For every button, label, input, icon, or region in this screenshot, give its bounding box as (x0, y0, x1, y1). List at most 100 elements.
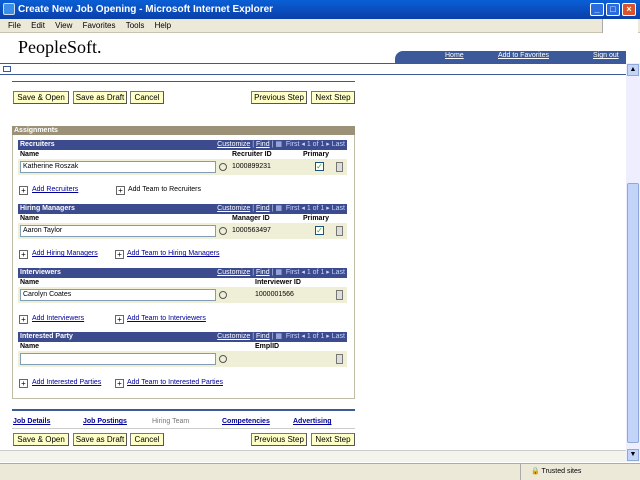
add-hiring-managers-link[interactable]: Add Hiring Managers (32, 250, 98, 257)
find-link[interactable]: Find (256, 269, 270, 276)
find-link[interactable]: Find (256, 205, 270, 212)
manager-name-input[interactable]: Aaron Taylor (20, 225, 216, 237)
maximize-icon[interactable]: □ (606, 3, 620, 16)
header-nav: Home Add to Favorites Sign out (395, 51, 626, 63)
interviewer-id: 1000001566 (255, 291, 294, 298)
add-icon[interactable]: + (19, 250, 28, 259)
security-zone: 🔒 Trusted sites (520, 464, 638, 480)
lookup-icon[interactable] (219, 163, 227, 171)
grid-nav: Customize | Find | ▦ First ◂ 1 of 1 ▸ La… (217, 269, 345, 276)
grid-view-icon[interactable]: ▦ (275, 333, 282, 340)
menu-favorites[interactable]: Favorites (83, 19, 116, 33)
page-tabs: Job Details Job Postings Hiring Team Com… (12, 416, 355, 428)
primary-checkbox[interactable]: ✓ (315, 226, 324, 235)
interested-party-grid: Interested Party Customize | Find | ▦ Fi… (18, 332, 347, 367)
interviewer-name-input[interactable]: Carolyn Coates (20, 289, 216, 301)
save-draft-button[interactable]: Save as Draft (73, 91, 127, 104)
scroll-thumb[interactable] (627, 183, 639, 443)
menu-help[interactable]: Help (155, 19, 171, 33)
menu-edit[interactable]: Edit (31, 19, 45, 33)
col-name: Name (20, 215, 40, 222)
menu-bar: File Edit View Favorites Tools Help (0, 19, 640, 33)
home-link[interactable]: Home (445, 52, 464, 59)
add-team-interviewers-link[interactable]: Add Team to Interviewers (127, 315, 206, 322)
menu-toggle-icon[interactable] (3, 66, 11, 72)
customize-link[interactable]: Customize (217, 205, 250, 212)
first-link[interactable]: First (286, 333, 300, 340)
interested-name-input[interactable] (20, 353, 216, 365)
add-team-icon[interactable]: + (115, 379, 124, 388)
add-icon[interactable]: + (19, 186, 28, 195)
minimize-icon[interactable]: _ (590, 3, 604, 16)
menu-tools[interactable]: Tools (126, 19, 145, 33)
cancel-button[interactable]: Cancel (130, 433, 164, 446)
save-draft-button[interactable]: Save as Draft (73, 433, 127, 446)
add-interested-parties-link[interactable]: Add Interested Parties (32, 379, 101, 386)
delete-row-icon[interactable] (336, 354, 343, 364)
vertical-scrollbar[interactable]: ▲ ▼ (626, 63, 640, 462)
add-team-icon[interactable]: + (116, 186, 125, 195)
customize-link[interactable]: Customize (217, 141, 250, 148)
lookup-icon[interactable] (219, 291, 227, 299)
horizontal-scrollbar[interactable] (0, 450, 626, 462)
sign-out-link[interactable]: Sign out (593, 52, 619, 59)
find-link[interactable]: Find (256, 333, 270, 340)
add-team-interested-link[interactable]: Add Team to Interested Parties (127, 379, 223, 386)
first-link[interactable]: First (286, 141, 300, 148)
add-icon[interactable]: + (19, 315, 28, 324)
close-icon[interactable]: × (622, 3, 636, 16)
add-recruiters-link[interactable]: Add Recruiters (32, 186, 78, 193)
tab-job-postings[interactable]: Job Postings (83, 416, 127, 428)
last-link[interactable]: Last (332, 333, 345, 340)
assignments-header: Assignments (12, 126, 355, 135)
previous-step-button[interactable]: Previous Step (251, 433, 307, 446)
delete-row-icon[interactable] (336, 162, 343, 172)
grid-nav: Customize | Find | ▦ First ◂ 1 of 1 ▸ La… (217, 205, 345, 212)
scroll-down-icon[interactable]: ▼ (627, 449, 639, 461)
tab-job-details[interactable]: Job Details (13, 416, 50, 428)
ie-icon (3, 3, 15, 15)
last-link[interactable]: Last (332, 269, 345, 276)
add-team-hiring-link[interactable]: Add Team to Hiring Managers (127, 250, 219, 257)
add-team-icon[interactable]: + (115, 315, 124, 324)
zone-label: Trusted sites (541, 468, 582, 475)
next-step-button[interactable]: Next Step (311, 433, 355, 446)
save-open-button[interactable]: Save & Open (13, 91, 69, 104)
delete-row-icon[interactable] (336, 290, 343, 300)
col-name: Name (20, 279, 40, 286)
previous-step-button[interactable]: Previous Step (251, 91, 307, 104)
menu-view[interactable]: View (55, 19, 72, 33)
peoplesoft-logo: PeopleSoft. (18, 37, 102, 57)
grid-view-icon[interactable]: ▦ (275, 269, 282, 276)
first-link[interactable]: First (286, 269, 300, 276)
menu-file[interactable]: File (8, 19, 21, 33)
last-link[interactable]: Last (332, 141, 345, 148)
interviewers-grid: Interviewers Customize | Find | ▦ First … (18, 268, 347, 303)
first-link[interactable]: First (286, 205, 300, 212)
cancel-button[interactable]: Cancel (130, 91, 164, 104)
grid-view-icon[interactable]: ▦ (275, 205, 282, 212)
tab-advertising[interactable]: Advertising (293, 416, 332, 428)
tab-competencies[interactable]: Competencies (222, 416, 270, 428)
find-link[interactable]: Find (256, 141, 270, 148)
next-step-button[interactable]: Next Step (311, 91, 355, 104)
add-interviewers-link[interactable]: Add Interviewers (32, 315, 84, 322)
lookup-icon[interactable] (219, 355, 227, 363)
recruiter-name-input[interactable]: Katherine Roszak (20, 161, 216, 173)
add-icon[interactable]: + (19, 379, 28, 388)
add-team-icon[interactable]: + (115, 250, 124, 259)
add-favorites-link[interactable]: Add to Favorites (498, 52, 549, 59)
table-row: Carolyn Coates 1000001566 (18, 287, 347, 303)
page-header: PeopleSoft. Home Add to Favorites Sign o… (0, 33, 626, 63)
last-link[interactable]: Last (332, 205, 345, 212)
lookup-icon[interactable] (219, 227, 227, 235)
scroll-up-icon[interactable]: ▲ (627, 64, 639, 76)
add-team-recruiters-link[interactable]: Add Team to Recruiters (128, 186, 201, 193)
save-open-button[interactable]: Save & Open (13, 433, 69, 446)
customize-link[interactable]: Customize (217, 333, 250, 340)
delete-row-icon[interactable] (336, 226, 343, 236)
grid-view-icon[interactable]: ▦ (275, 141, 282, 148)
customize-link[interactable]: Customize (217, 269, 250, 276)
divider (12, 428, 355, 429)
primary-checkbox[interactable]: ✓ (315, 162, 324, 171)
